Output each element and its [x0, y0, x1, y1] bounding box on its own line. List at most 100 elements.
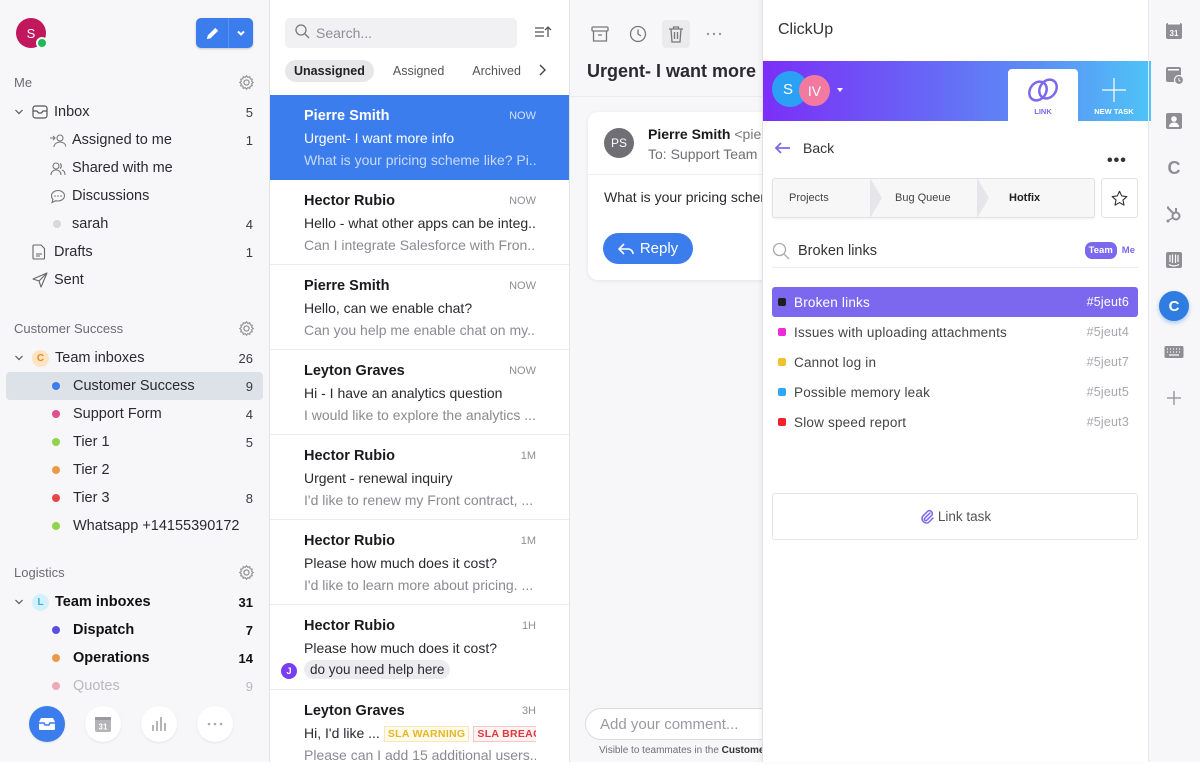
sidebar-item-assigned-to-me[interactable]: Assigned to me 1	[0, 126, 269, 154]
task-result-item[interactable]: Broken links #5jeut6	[772, 287, 1138, 317]
add-integration-icon[interactable]	[1162, 386, 1186, 410]
color-dot-icon	[52, 382, 60, 390]
more-options-icon[interactable]	[700, 20, 728, 48]
archive-icon[interactable]	[586, 20, 614, 48]
reply-button[interactable]: Reply	[603, 233, 693, 264]
star-icon	[1111, 190, 1128, 206]
sidebar-item-customer-success[interactable]: Customer Success 9	[6, 372, 263, 400]
hubspot-icon[interactable]	[1162, 202, 1186, 226]
more-options-icon[interactable]: •••	[1107, 152, 1127, 170]
caret-down-icon[interactable]	[837, 88, 843, 92]
sidebar-item-shared-with-me[interactable]: Shared with me	[0, 154, 269, 182]
search-input[interactable]: Search...	[285, 18, 517, 48]
breadcrumb-hotfix[interactable]: Hotfix	[987, 179, 1094, 217]
user-avatar[interactable]: IV	[799, 75, 830, 106]
conversation-title: Urgent- I want more info	[587, 61, 762, 81]
task-status-icon	[778, 358, 786, 366]
link-task-button[interactable]: Link task	[772, 493, 1138, 540]
clickup-header-band: S IV LINK NEW TASK	[763, 61, 1149, 121]
intercom-icon[interactable]	[1162, 248, 1186, 272]
list-item[interactable]: Hector Rubio 1H Please how much does it co…	[270, 605, 569, 690]
sidebar-item-support-form[interactable]: Support Form 4	[0, 400, 269, 428]
chevron-down-icon[interactable]	[14, 353, 32, 363]
chevron-down-icon[interactable]	[14, 107, 32, 117]
tab-assigned[interactable]: Assigned	[384, 60, 453, 82]
section-title: Logistics	[14, 564, 65, 580]
tab-archived[interactable]: Archived	[463, 60, 530, 82]
tab-link[interactable]: LINK	[1008, 69, 1078, 121]
comment-input[interactable]: Add your comment...	[585, 708, 762, 740]
sidebar-item-tier-1[interactable]: Tier 15	[0, 428, 269, 456]
calendar-icon: 31	[94, 717, 111, 732]
sidebar-group-logistics-team-inboxes[interactable]: L Team inboxes 31	[0, 588, 269, 616]
sidebar-item-drafts[interactable]: Drafts 1	[0, 238, 269, 266]
sidebar-item-discussions[interactable]: Discussions	[0, 182, 269, 210]
calendar-icon[interactable]: 31	[1162, 18, 1186, 42]
list-item[interactable]: Leyton Graves 3H Hi, I'd like ... SLA WARNI…	[270, 690, 569, 762]
sidebar-item-sarah[interactable]: sarah 4	[0, 210, 269, 238]
sidebar-item-tier-2[interactable]: Tier 2	[0, 456, 269, 484]
gear-icon[interactable]	[237, 563, 255, 581]
pencil-icon[interactable]	[196, 18, 229, 48]
compose-button[interactable]	[196, 18, 253, 48]
inbox-nav-button[interactable]	[28, 706, 65, 742]
snooze-clock-icon[interactable]	[624, 20, 652, 48]
section-header-me: Me	[0, 66, 269, 98]
trash-icon[interactable]	[662, 20, 690, 48]
sidebar-item-tier-3[interactable]: Tier 38	[0, 484, 269, 512]
list-item[interactable]: Leyton Graves NOW Hi - I have an analytics…	[270, 350, 569, 435]
sidebar-item-sent[interactable]: Sent	[0, 266, 269, 294]
conversation-toolbar	[586, 20, 728, 48]
filter-me-toggle[interactable]: Me	[1122, 245, 1135, 256]
list-item[interactable]: Pierre Smith NOW Hello, can we enable chat…	[270, 265, 569, 350]
favorite-star-button[interactable]	[1101, 178, 1138, 218]
user-avatar[interactable]: S	[16, 18, 48, 49]
contact-card-icon[interactable]	[1162, 109, 1186, 133]
back-button[interactable]: Back	[775, 140, 834, 156]
calendar-nav-button[interactable]: 31	[84, 706, 121, 742]
chevron-down-icon[interactable]	[229, 18, 253, 48]
filter-team-toggle[interactable]: Team	[1084, 242, 1117, 259]
task-result-item[interactable]: Cannot log in #5jeut7	[772, 347, 1138, 377]
more-nav-button[interactable]	[196, 706, 233, 742]
sidebar-item-whatsapp-14155390172[interactable]: Whatsapp +14155390172	[0, 512, 269, 540]
calendar-clock-icon[interactable]	[1162, 63, 1186, 87]
list-item[interactable]: Hector Rubio 1M Urgent - renewal inquiry I'…	[270, 435, 569, 520]
list-item[interactable]: Hector Rubio NOW Hello - what other apps c…	[270, 180, 569, 265]
sidebar-item-inbox[interactable]: Inbox 5	[0, 98, 269, 126]
clickup-integration-icon[interactable]: C	[1159, 291, 1189, 321]
gear-icon[interactable]	[237, 73, 255, 91]
chevron-down-icon[interactable]	[14, 597, 32, 607]
shared-users-icon	[50, 161, 72, 176]
list-item[interactable]: Hector Rubio 1M Please how much does it co…	[270, 520, 569, 605]
breadcrumb-bug-queue[interactable]: Bug Queue	[880, 178, 989, 218]
task-result-item[interactable]: Issues with uploading attachments #5jeut4	[772, 317, 1138, 347]
analytics-nav-button[interactable]	[140, 706, 177, 742]
sort-icon[interactable]	[534, 25, 552, 44]
breadcrumb-projects[interactable]: Projects	[773, 178, 882, 218]
section-header-logistics: Logistics	[0, 556, 269, 588]
task-results-list: Broken links #5jeut6 Issues with uploading…	[772, 287, 1138, 437]
task-result-item[interactable]: Possible memory leak #5jeut5	[772, 377, 1138, 407]
tab-new-task[interactable]: NEW TASK	[1079, 69, 1149, 121]
c-integration-icon[interactable]: C	[1162, 156, 1186, 180]
gear-icon[interactable]	[237, 319, 255, 337]
recipient-line: To: Support Team	[648, 146, 758, 162]
sidebar-item-operations[interactable]: Operations 14	[0, 644, 269, 672]
panel-title: ClickUp	[778, 21, 834, 38]
message-body: What is your pricing scheme like?	[604, 189, 762, 205]
sla-breach-badge: SLA BREACH	[473, 726, 536, 742]
team-badge: C	[32, 349, 49, 367]
color-dot-icon	[52, 410, 60, 418]
tab-unassigned[interactable]: Unassigned	[285, 60, 374, 82]
message-list: Pierre Smith NOW Urgent- I want more info W…	[270, 95, 569, 762]
list-item[interactable]: Pierre Smith NOW Urgent- I want more info W…	[270, 95, 569, 180]
task-search-input[interactable]: Broken links Team Me	[772, 234, 1138, 268]
clickup-panel: ClickUp S IV LINK NEW TASK Back ••• Proj…	[762, 0, 1149, 762]
keyboard-icon[interactable]	[1162, 340, 1186, 364]
sidebar-item-dispatch[interactable]: Dispatch 7	[0, 616, 269, 644]
chevron-right-icon[interactable]	[538, 63, 546, 79]
breadcrumb: Projects Bug Queue Hotfix	[772, 178, 1095, 218]
sidebar-group-cs-team-inboxes[interactable]: C Team inboxes 26	[0, 344, 269, 372]
task-result-item[interactable]: Slow speed report #5jeut3	[772, 407, 1138, 437]
